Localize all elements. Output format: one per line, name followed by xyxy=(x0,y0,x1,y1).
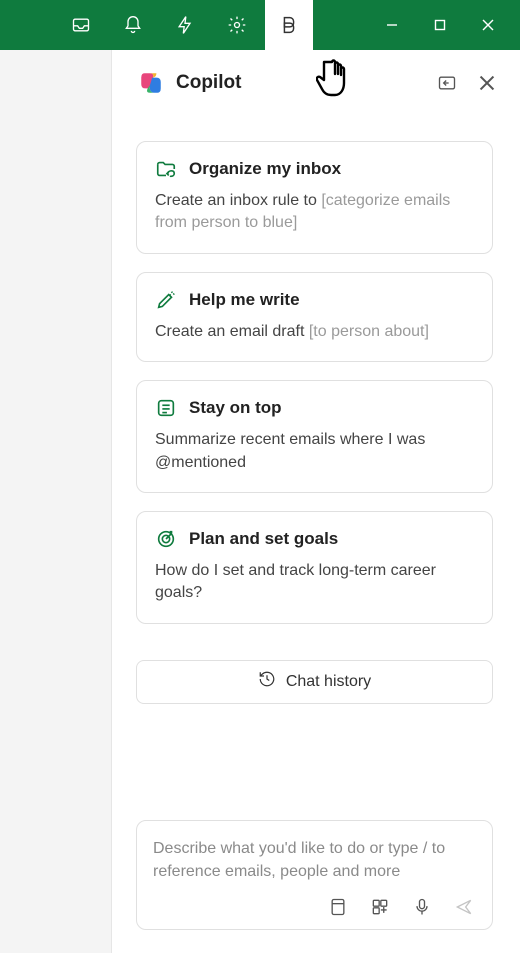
card-body-hint: [to person about] xyxy=(309,323,429,340)
card-body-text: Summarize recent emails where I was @men… xyxy=(155,431,425,470)
card-body-text: How do I set and track long-term career … xyxy=(155,562,436,601)
card-header: Help me write xyxy=(155,289,474,311)
close-pane-icon[interactable] xyxy=(475,71,499,95)
close-window-button[interactable] xyxy=(464,0,512,50)
card-body: Create an email draft [to person about] xyxy=(155,321,474,343)
suggestion-plan-goals[interactable]: Plan and set goals How do I set and trac… xyxy=(136,511,493,624)
chat-history-label: Chat history xyxy=(286,673,371,691)
input-placeholder: Describe what you'd like to do or type /… xyxy=(153,837,476,885)
card-body: How do I set and track long-term career … xyxy=(155,560,474,605)
copilot-suggestions-list: Organize my inbox Create an inbox rule t… xyxy=(112,115,517,760)
pane-header-actions xyxy=(435,71,499,95)
suggestion-organize-inbox[interactable]: Organize my inbox Create an inbox rule t… xyxy=(136,141,493,254)
inbox-icon[interactable] xyxy=(57,0,105,50)
copilot-pane-title: Copilot xyxy=(176,72,423,94)
card-header: Plan and set goals xyxy=(155,528,474,550)
card-title: Plan and set goals xyxy=(189,529,338,549)
checklist-icon xyxy=(155,397,177,419)
microphone-icon[interactable] xyxy=(410,895,434,919)
copilot-icon[interactable] xyxy=(265,0,313,50)
card-title: Help me write xyxy=(189,290,300,310)
card-title: Stay on top xyxy=(189,398,282,418)
notebook-icon[interactable] xyxy=(326,895,350,919)
card-body-text: Create an inbox rule to xyxy=(155,192,321,209)
folder-rule-icon xyxy=(155,158,177,180)
window-titlebar xyxy=(0,0,520,50)
window-controls xyxy=(368,0,512,50)
dock-pane-icon[interactable] xyxy=(435,71,459,95)
minimize-button[interactable] xyxy=(368,0,416,50)
notifications-icon[interactable] xyxy=(109,0,157,50)
maximize-button[interactable] xyxy=(416,0,464,50)
send-icon xyxy=(452,895,476,919)
card-body: Summarize recent emails where I was @men… xyxy=(155,429,474,474)
target-icon xyxy=(155,528,177,550)
pencil-sparkle-icon xyxy=(155,289,177,311)
apps-icon[interactable] xyxy=(368,895,392,919)
suggestion-stay-on-top[interactable]: Stay on top Summarize recent emails wher… xyxy=(136,380,493,493)
card-body: Create an inbox rule to [categorize emai… xyxy=(155,190,474,235)
card-body-text: Create an email draft xyxy=(155,323,309,340)
copilot-input-area[interactable]: Describe what you'd like to do or type /… xyxy=(136,820,493,930)
copilot-pane: Copilot Organize my inbox Create an inbo… xyxy=(112,50,517,950)
suggestion-help-write[interactable]: Help me write Create an email draft [to … xyxy=(136,272,493,362)
card-header: Organize my inbox xyxy=(155,158,474,180)
input-toolbar xyxy=(153,895,476,919)
card-header: Stay on top xyxy=(155,397,474,419)
copilot-logo-icon xyxy=(138,70,164,96)
left-sidebar-strip xyxy=(0,50,112,953)
history-icon xyxy=(258,670,276,693)
copilot-pane-header: Copilot xyxy=(112,50,517,115)
settings-icon[interactable] xyxy=(213,0,261,50)
card-title: Organize my inbox xyxy=(189,159,341,179)
chat-history-button[interactable]: Chat history xyxy=(136,660,493,704)
quick-actions-icon[interactable] xyxy=(161,0,209,50)
